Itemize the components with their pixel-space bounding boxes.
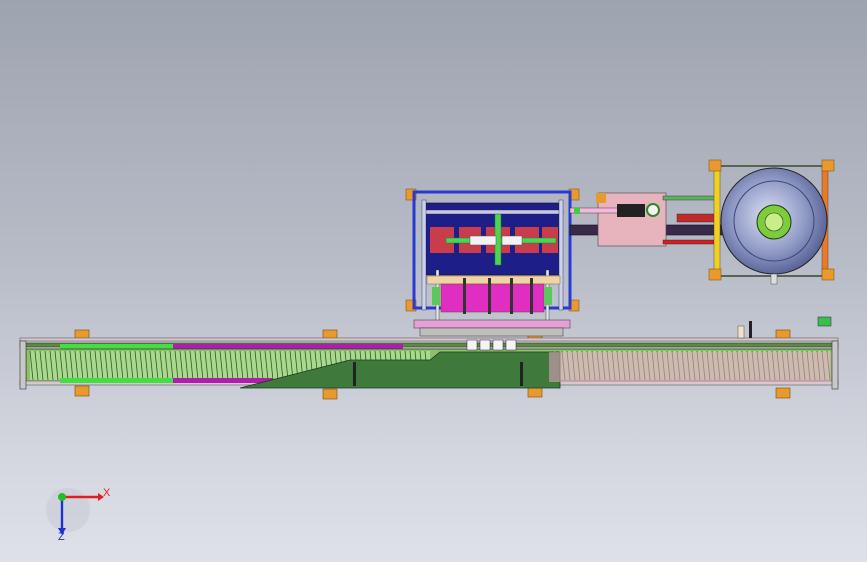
press-side-block bbox=[432, 287, 440, 305]
tank-port-inner bbox=[764, 212, 784, 232]
cylinder-rail bbox=[662, 195, 719, 201]
tank-corner-tab bbox=[708, 159, 722, 172]
frame-top-bar bbox=[424, 209, 564, 215]
conveyor-green-strip-lower bbox=[60, 378, 173, 383]
storage-tank[interactable] bbox=[720, 167, 828, 285]
triad-x-label: X bbox=[103, 487, 111, 499]
valve-fitting bbox=[574, 208, 580, 214]
conveyor-end-cap-left bbox=[19, 340, 27, 390]
triad-y-axis bbox=[58, 493, 66, 501]
tank-frame-post-left bbox=[713, 165, 721, 277]
base-post bbox=[520, 362, 523, 386]
conveyor-green-strip bbox=[60, 344, 173, 349]
tank-corner-tab bbox=[708, 268, 722, 281]
valve-knob bbox=[646, 203, 660, 217]
press-ram bbox=[440, 283, 545, 313]
valve-manifold bbox=[676, 213, 718, 223]
triad-z-label: Z bbox=[58, 531, 65, 543]
cylinder-rail-red bbox=[662, 239, 719, 245]
sensor bbox=[737, 325, 745, 339]
press-side-block bbox=[544, 287, 552, 305]
model-canvas[interactable] bbox=[0, 0, 867, 562]
pipe-fitting-left bbox=[469, 235, 497, 246]
conveyor-magenta-strip-lower bbox=[173, 378, 273, 383]
sensor-post bbox=[749, 321, 752, 338]
conveyor-top-rail bbox=[19, 337, 839, 342]
triad-halo bbox=[46, 488, 90, 532]
bracket-green bbox=[817, 316, 832, 327]
press-frame[interactable] bbox=[405, 188, 580, 351]
valve-body bbox=[617, 204, 645, 217]
cylinder-tab bbox=[596, 193, 606, 203]
press-bolster bbox=[426, 275, 561, 285]
conveyor-end-cap-right bbox=[831, 340, 839, 390]
tank-corner-tab bbox=[821, 268, 835, 281]
tank-drain bbox=[770, 273, 778, 285]
press-table bbox=[419, 327, 564, 337]
base-post bbox=[353, 362, 356, 386]
press-base bbox=[413, 319, 571, 329]
tank-corner-tab bbox=[821, 159, 835, 172]
orientation-triad bbox=[46, 488, 104, 535]
cad-viewport[interactable]: X Z bbox=[0, 0, 867, 562]
pipe-fitting-right bbox=[501, 235, 523, 246]
cylinder-housing bbox=[597, 192, 667, 247]
conveyor-magenta-strip bbox=[173, 344, 403, 349]
conveyor-pink-overlay bbox=[549, 352, 831, 382]
